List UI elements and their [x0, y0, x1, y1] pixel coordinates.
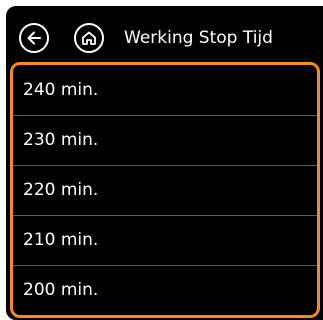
list-item-210[interactable]: 210 min. [13, 215, 317, 265]
page-title: Werking Stop Tijd [124, 28, 273, 48]
list-item-240[interactable]: 240 min. [13, 65, 317, 115]
arrow-left-icon [27, 31, 41, 45]
back-button[interactable] [19, 23, 49, 53]
list-item-label: 220 min. [23, 180, 99, 200]
list-item-label: 230 min. [23, 130, 99, 150]
list-item-220[interactable]: 220 min. [13, 165, 317, 215]
list-item-200[interactable]: 200 min. [13, 265, 317, 315]
header-bar: Werking Stop Tijd [6, 6, 323, 60]
screen: Werking Stop Tijd 240 min. 230 min. 220 … [6, 6, 323, 320]
list-item-label: 200 min. [23, 280, 99, 300]
list-item-label: 240 min. [23, 80, 99, 100]
list-item-230[interactable]: 230 min. [13, 115, 317, 165]
list-item-label: 210 min. [23, 230, 99, 250]
home-button[interactable] [74, 23, 104, 53]
home-icon [82, 31, 96, 45]
option-list: 240 min. 230 min. 220 min. 210 min. 200 … [10, 62, 320, 318]
